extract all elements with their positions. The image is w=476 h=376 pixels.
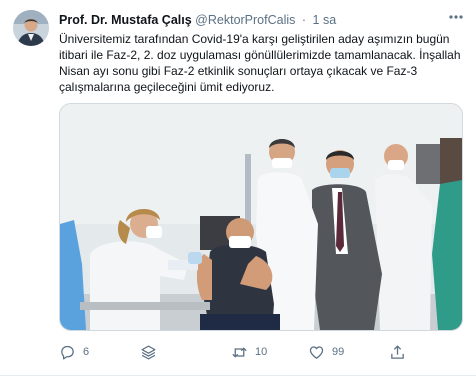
retweet-count: 10 (255, 346, 268, 358)
more-icon (449, 15, 463, 19)
like-count: 99 (332, 346, 345, 358)
layers-button[interactable] (140, 341, 157, 363)
tweet-card[interactable]: Prof. Dr. Mustafa Çalış @RektorProfCalis… (0, 0, 476, 376)
avatar-photo (13, 10, 49, 46)
tweet-actions: 6 10 99 (55, 341, 465, 363)
reply-icon (61, 345, 74, 360)
header-separator: · (301, 13, 307, 27)
reply-count: 6 (83, 346, 90, 358)
vaccination-photo (60, 104, 462, 330)
heart-icon (309, 345, 324, 359)
tweet-text: Üniversitemiz tarafından Covid-19'a karş… (59, 32, 461, 94)
author-name[interactable]: Prof. Dr. Mustafa Çalış (59, 13, 192, 27)
reply-button[interactable]: 6 (59, 341, 89, 363)
tweet-photo[interactable] (59, 103, 463, 331)
retweet-icon (232, 346, 247, 358)
retweet-button[interactable]: 10 (231, 341, 267, 363)
tweet-header: Prof. Dr. Mustafa Çalış @RektorProfCalis… (59, 11, 464, 29)
like-button[interactable]: 99 (308, 341, 344, 363)
tweet-time[interactable]: 1 sa (313, 13, 337, 27)
avatar[interactable] (13, 10, 49, 46)
layers-icon (141, 345, 156, 359)
share-button[interactable] (389, 341, 406, 363)
more-button[interactable] (446, 9, 466, 25)
share-icon (391, 344, 404, 359)
author-handle[interactable]: @RektorProfCalis (195, 13, 295, 27)
